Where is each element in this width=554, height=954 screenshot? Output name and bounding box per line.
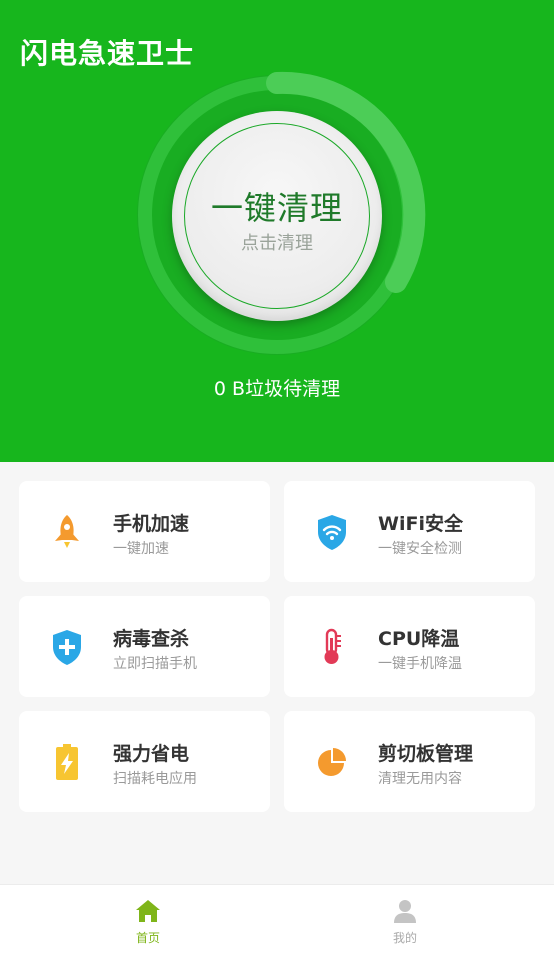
feature-desc: 清理无用内容 — [378, 771, 462, 787]
feature-title: WiFi安全 — [378, 513, 463, 535]
feature-title: 强力省电 — [113, 743, 190, 765]
feature-title: 手机加速 — [113, 513, 190, 535]
app-screen: 闪电急速卫士 一键清理 点击清理 0 B垃圾待清理 手机加速 一键加速 WiFi… — [0, 0, 554, 954]
feature-grid: 手机加速 一键加速 WiFi安全 一键安全检测 病毒查杀 立即扫描手机 CPU降… — [19, 481, 535, 812]
one-key-clean-button[interactable]: 一键清理 点击清理 — [172, 111, 382, 321]
rocket-icon — [55, 515, 79, 548]
nav-tab-home[interactable]: 首页 — [88, 885, 208, 954]
feature-title: 剪切板管理 — [378, 743, 474, 765]
battery-icon — [56, 744, 78, 780]
feature-desc: 一键加速 — [113, 541, 169, 557]
shield-plus-icon — [53, 630, 81, 665]
home-icon — [136, 900, 160, 922]
feature-title: 病毒查杀 — [113, 628, 190, 650]
clean-button-hint: 点击清理 — [241, 233, 313, 254]
clean-button-label: 一键清理 — [210, 189, 343, 227]
feature-desc: 一键手机降温 — [378, 656, 462, 672]
feature-card-virus-scan[interactable]: 病毒查杀 立即扫描手机 — [19, 596, 270, 697]
nav-home-label: 首页 — [135, 931, 160, 945]
nav-mine-label: 我的 — [392, 931, 417, 945]
hero-header: 闪电急速卫士 一键清理 点击清理 0 B垃圾待清理 — [0, 0, 554, 462]
pie-chart-icon — [318, 748, 346, 776]
nav-tab-mine[interactable]: 我的 — [345, 885, 465, 954]
feature-card-power-saving[interactable]: 强力省电 扫描耗电应用 — [19, 711, 270, 812]
feature-desc: 扫描耗电应用 — [113, 771, 197, 787]
junk-status-text: 0 B垃圾待清理 — [213, 378, 341, 400]
feature-card-cpu-cooling[interactable]: CPU降温 一键手机降温 — [284, 596, 535, 697]
feature-card-wifi-security[interactable]: WiFi安全 一键安全检测 — [284, 481, 535, 582]
thermometer-icon — [324, 628, 341, 664]
feature-desc: 一键安全检测 — [378, 541, 462, 557]
wifi-shield-icon — [318, 515, 346, 550]
bottom-nav-bar: 首页 我的 — [0, 884, 554, 954]
user-icon — [394, 900, 416, 923]
feature-card-clipboard-manager[interactable]: 剪切板管理 清理无用内容 — [284, 711, 535, 812]
feature-title: CPU降温 — [378, 628, 460, 650]
feature-card-phone-boost[interactable]: 手机加速 一键加速 — [19, 481, 270, 582]
feature-desc: 立即扫描手机 — [113, 656, 197, 672]
